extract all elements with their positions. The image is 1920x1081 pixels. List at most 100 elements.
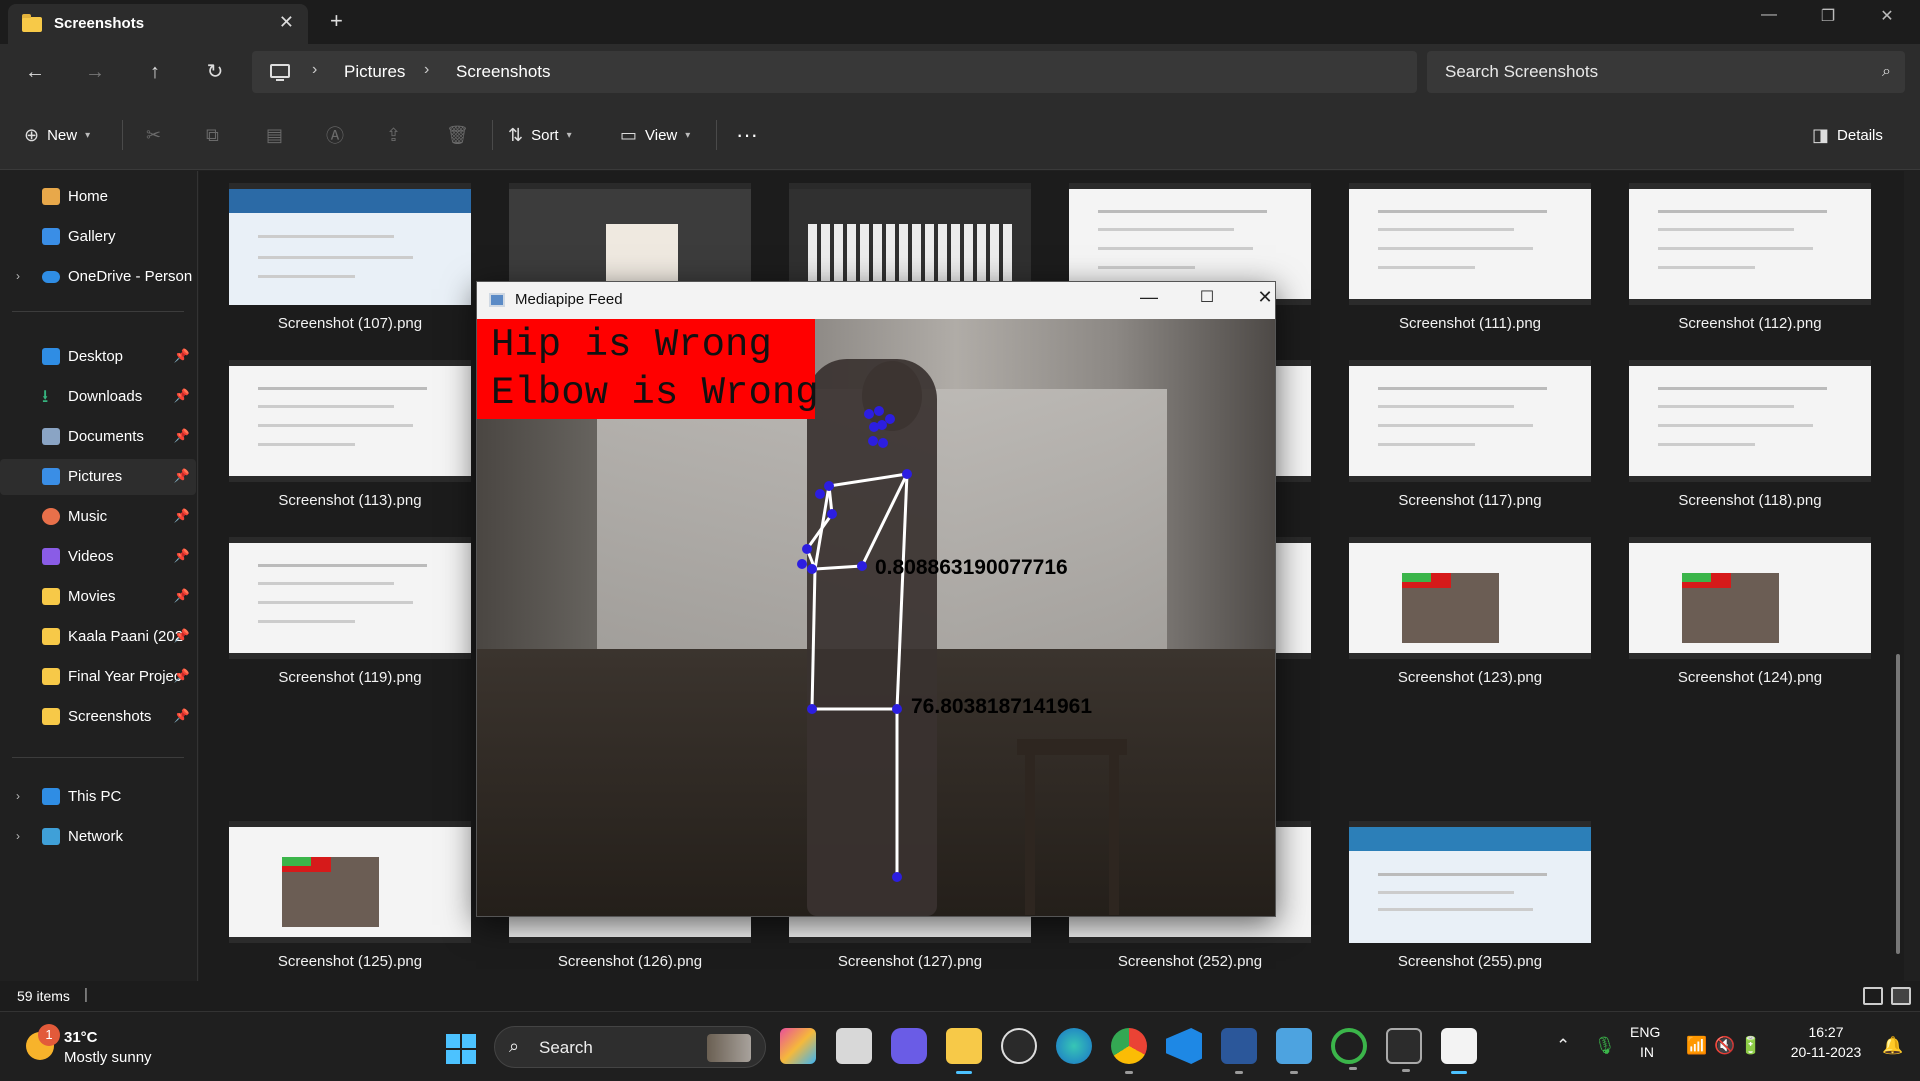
anaconda-icon[interactable]	[1331, 1028, 1367, 1070]
file-tile[interactable]: Screenshot (125).png	[227, 809, 473, 970]
sidebar-item-documents[interactable]: Documents 📌	[0, 419, 196, 455]
pin-icon[interactable]: 📌	[174, 668, 190, 684]
maximize-button[interactable]: ☐	[1187, 287, 1227, 307]
back-arrow-icon[interactable]: ←	[20, 58, 50, 86]
close-window-button[interactable]: ✕	[1867, 6, 1907, 26]
breadcrumb-pictures[interactable]: Pictures	[344, 62, 405, 82]
forward-arrow-icon[interactable]: →	[80, 58, 110, 86]
word-icon[interactable]	[1221, 1028, 1257, 1074]
file-tile[interactable]: Screenshot (112).png	[1627, 171, 1873, 332]
pin-icon[interactable]: 📌	[174, 468, 190, 484]
close-tab-icon[interactable]: ✕	[279, 12, 294, 33]
file-tile[interactable]: Screenshot (123).png	[1347, 525, 1593, 686]
taskbar-search[interactable]: ⌕ Search	[494, 1026, 766, 1068]
notification-bell-icon[interactable]: 🔔	[1882, 1036, 1903, 1056]
copy-button[interactable]: ⧉	[206, 122, 219, 148]
mediapipe-title-bar[interactable]: Mediapipe Feed — ☐ ✕	[477, 282, 1275, 319]
language-eng[interactable]: ENG	[1630, 1024, 1660, 1040]
search-box[interactable]: Search Screenshots ⌕	[1427, 51, 1905, 93]
pin-icon[interactable]: 📌	[174, 348, 190, 364]
details-view-icon[interactable]	[1863, 987, 1883, 1005]
task-view-icon[interactable]	[836, 1028, 872, 1064]
sort-button[interactable]: ⇅ Sort ▾	[508, 122, 572, 148]
terminal-icon[interactable]	[1386, 1028, 1422, 1072]
chevron-right-icon[interactable]: ›	[16, 789, 20, 803]
pin-icon[interactable]: 📌	[174, 588, 190, 604]
scrollbar-thumb[interactable]	[1896, 654, 1900, 954]
copilot-icon[interactable]	[780, 1028, 816, 1064]
sidebar-item-videos[interactable]: Videos 📌	[0, 539, 196, 575]
sidebar-item-pictures[interactable]: Pictures 📌	[0, 459, 196, 495]
chevron-right-icon[interactable]: ›	[312, 61, 317, 79]
pin-icon[interactable]: 📌	[174, 628, 190, 644]
pin-icon[interactable]: 📌	[174, 708, 190, 724]
minimize-button[interactable]: —	[1129, 287, 1169, 308]
clock-time[interactable]: 16:27	[1790, 1024, 1862, 1040]
paste-button[interactable]: ▤	[266, 122, 283, 148]
tiles-view-icon[interactable]	[1891, 987, 1911, 1005]
start-button[interactable]	[446, 1034, 476, 1064]
chrome-icon[interactable]	[1111, 1028, 1147, 1074]
computer-icon[interactable]	[270, 64, 290, 81]
sidebar-item-movies[interactable]: Movies 📌	[0, 579, 196, 615]
up-arrow-icon[interactable]: ↑	[140, 58, 170, 86]
file-tile[interactable]: Screenshot (255).png	[1347, 809, 1593, 970]
file-tile[interactable]: Screenshot (107).png	[227, 171, 473, 332]
more-options-button[interactable]: ···	[736, 122, 758, 148]
cut-button[interactable]: ✂	[146, 122, 161, 148]
teams-chat-icon[interactable]	[891, 1028, 927, 1064]
close-window-button[interactable]: ✕	[1245, 287, 1285, 308]
sidebar-item-gallery[interactable]: Gallery	[0, 219, 196, 255]
speaker-muted-icon[interactable]: 🔇	[1714, 1036, 1735, 1056]
chevron-right-icon[interactable]: ›	[16, 269, 20, 283]
file-tile[interactable]: Screenshot (118).png	[1627, 348, 1873, 509]
file-tile[interactable]: Screenshot (124).png	[1627, 525, 1873, 686]
restore-button[interactable]: ❐	[1808, 6, 1848, 26]
pin-icon[interactable]: 📌	[174, 508, 190, 524]
refresh-icon[interactable]: ↻	[200, 58, 230, 86]
file-tile[interactable]: Screenshot (117).png	[1347, 348, 1593, 509]
file-tile[interactable]: Screenshot (113).png	[227, 348, 473, 509]
new-button[interactable]: ⊕ New ▾	[24, 122, 90, 148]
sidebar-item-music[interactable]: Music 📌	[0, 499, 196, 535]
chevron-right-icon[interactable]: ›	[16, 829, 20, 843]
view-button[interactable]: ▭ View ▾	[620, 122, 690, 148]
file-tile[interactable]: Screenshot (119).png	[227, 525, 473, 686]
sidebar-item-final-year-project[interactable]: Final Year Projec 📌	[0, 659, 196, 695]
sidebar-item-kaala-paani[interactable]: Kaala Paani (202 📌	[0, 619, 196, 655]
minimize-button[interactable]: —	[1749, 6, 1789, 24]
language-in[interactable]: IN	[1640, 1044, 1654, 1060]
file-tile[interactable]: Screenshot (111).png	[1347, 171, 1593, 332]
dell-icon[interactable]	[1001, 1028, 1037, 1064]
clock-date[interactable]: 20-11-2023	[1784, 1044, 1868, 1060]
address-bar[interactable]: › Pictures › Screenshots	[252, 51, 1417, 93]
tab-screenshots[interactable]: Screenshots ✕	[8, 4, 308, 44]
pin-icon[interactable]: 📌	[174, 548, 190, 564]
sidebar-item-home[interactable]: Home	[0, 179, 196, 215]
share-button[interactable]: ⇪	[386, 122, 401, 148]
pin-icon[interactable]: 📌	[174, 388, 190, 404]
wifi-icon[interactable]: 📶	[1686, 1036, 1707, 1056]
edge-icon[interactable]	[1056, 1028, 1092, 1064]
mediapipe-window[interactable]: Mediapipe Feed — ☐ ✕ Hip is Wrong Elbow …	[476, 281, 1276, 917]
weather-widget[interactable]: 1 31°C Mostly sunny	[22, 1024, 202, 1070]
details-button[interactable]: ◨ Details	[1812, 122, 1883, 148]
rename-button[interactable]: Ⓐ	[326, 122, 344, 148]
chevron-up-icon[interactable]: ⌃	[1556, 1036, 1570, 1056]
sidebar-item-onedrive[interactable]: › OneDrive - Persona	[0, 259, 196, 295]
sidebar-item-downloads[interactable]: ⭳ Downloads 📌	[0, 379, 196, 415]
sidebar-item-screenshots[interactable]: Screenshots 📌	[0, 699, 196, 735]
vscode-icon[interactable]	[1166, 1028, 1202, 1064]
search-icon[interactable]: ⌕	[1882, 63, 1891, 81]
notepad-icon[interactable]	[1276, 1028, 1312, 1074]
new-tab-button[interactable]: +	[330, 8, 343, 34]
pin-icon[interactable]: 📌	[174, 428, 190, 444]
sidebar-item-this-pc[interactable]: › This PC	[0, 779, 196, 815]
python-window-icon[interactable]	[1441, 1028, 1477, 1074]
chevron-right-icon[interactable]: ›	[424, 61, 429, 79]
microphone-icon[interactable]: 🎙	[1594, 1036, 1616, 1056]
breadcrumb-screenshots[interactable]: Screenshots	[456, 62, 551, 82]
sidebar-item-network[interactable]: › Network	[0, 819, 196, 855]
battery-icon[interactable]: 🔋	[1740, 1036, 1761, 1056]
sidebar-item-desktop[interactable]: Desktop 📌	[0, 339, 196, 375]
